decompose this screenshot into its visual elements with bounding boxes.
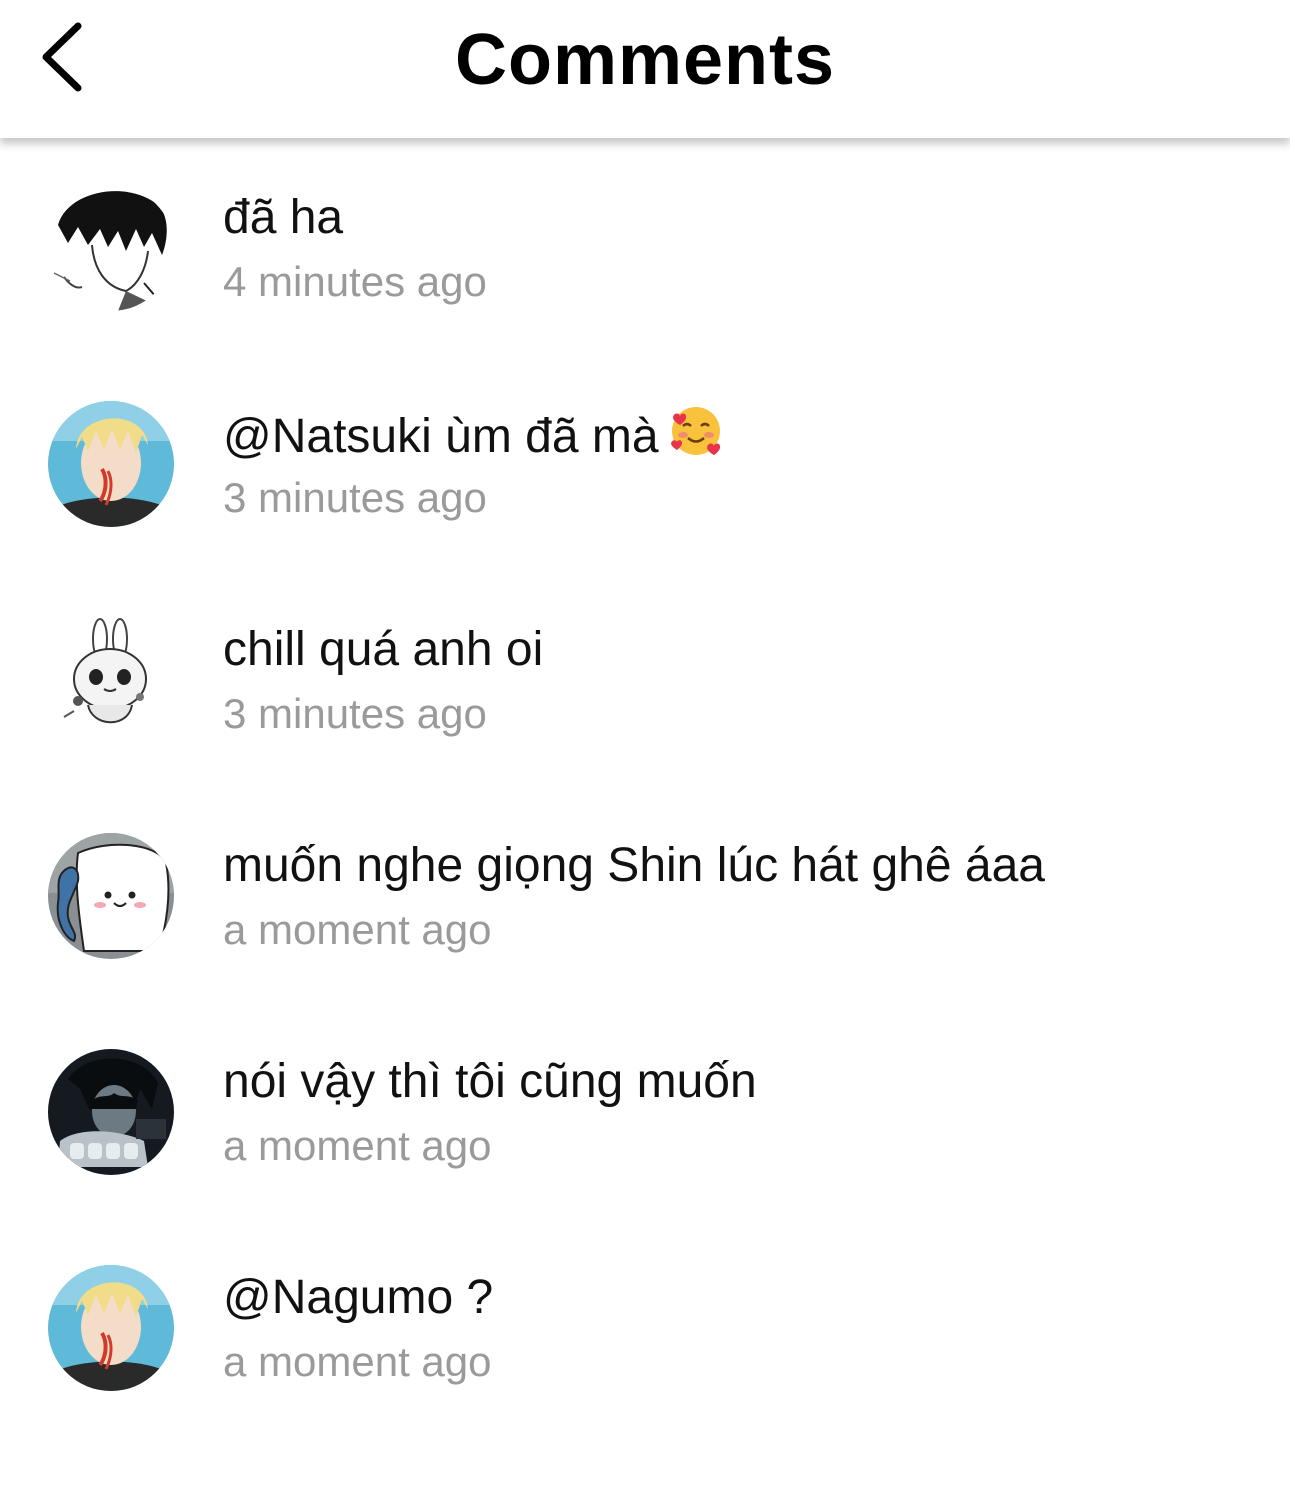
comment-item: nói vậy thì tôi cũng muốn a moment ago <box>0 1004 1290 1204</box>
avatar[interactable] <box>48 1265 174 1391</box>
comment-text: @Nagumo ? <box>223 1271 494 1324</box>
comment-item: @Natsuki ùm đã mà 3 minutes ago <box>0 356 1290 556</box>
avatar[interactable] <box>48 401 174 527</box>
comment-text: @Natsuki ùm đã mà <box>223 404 723 473</box>
comment-timestamp: 3 minutes ago <box>223 690 487 737</box>
smiling-face-with-hearts-icon <box>669 404 723 473</box>
ghost-cartoon-avatar <box>48 833 174 959</box>
comment-timestamp: a moment ago <box>223 906 492 953</box>
page-title: Comments <box>454 20 836 100</box>
comment-timestamp: a moment ago <box>223 1122 492 1169</box>
dark-anime-avatar <box>48 1049 174 1175</box>
blonde-anime-avatar <box>48 1265 174 1391</box>
comment-timestamp: a moment ago <box>223 1338 492 1385</box>
comment-text: nói vậy thì tôi cũng muốn <box>223 1055 757 1108</box>
bunny-sketch-avatar <box>48 617 174 743</box>
comment-item: @Nagumo ? a moment ago <box>0 1220 1290 1420</box>
comment-item: chill quá anh oi 3 minutes ago <box>0 572 1290 772</box>
header-bar: Comments <box>0 0 1290 138</box>
comment-text: chill quá anh oi <box>223 623 544 676</box>
avatar[interactable] <box>48 833 174 959</box>
blonde-anime-avatar <box>48 401 174 527</box>
avatar[interactable] <box>48 1049 174 1175</box>
comment-timestamp: 3 minutes ago <box>223 474 487 521</box>
comment-text: đã ha <box>223 191 344 244</box>
avatar[interactable] <box>48 185 174 311</box>
comment-timestamp: 4 minutes ago <box>223 258 487 305</box>
avatar[interactable] <box>48 617 174 743</box>
comment-text: muốn nghe giọng Shin lúc hát ghê áaa <box>223 839 1045 892</box>
comment-item: muốn nghe giọng Shin lúc hát ghê áaa a m… <box>0 788 1290 988</box>
manga-boy-sketch-avatar <box>48 185 174 311</box>
comment-item: đã ha 4 minutes ago <box>0 140 1290 340</box>
